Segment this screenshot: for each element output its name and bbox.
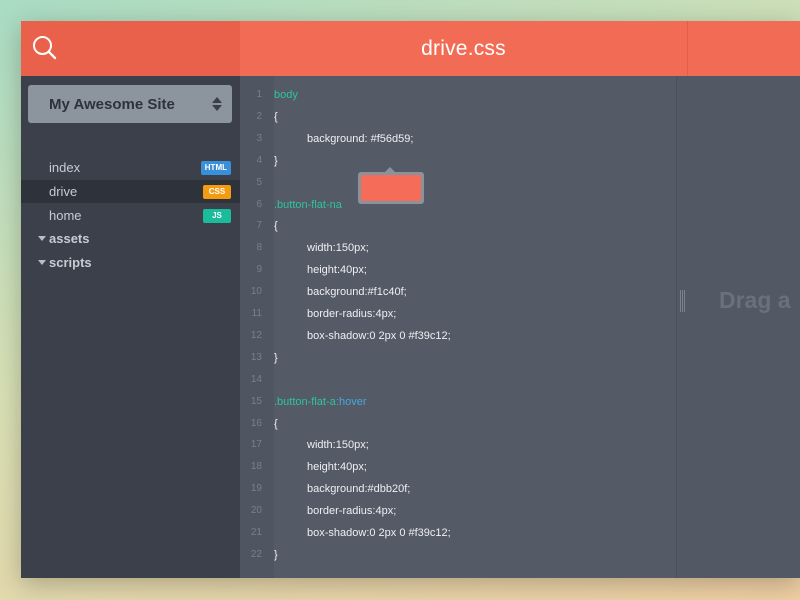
line-number: 9 xyxy=(256,264,262,276)
folder-assets[interactable]: assets xyxy=(21,228,240,250)
site-select-label: My Awesome Site xyxy=(49,96,175,113)
drag-handle-icon[interactable] xyxy=(680,290,686,312)
css-selector: .button-flat-na xyxy=(274,198,342,211)
line-number: 16 xyxy=(250,417,262,429)
code-line[interactable]: 2{ xyxy=(240,106,676,128)
code-text: } xyxy=(274,351,278,364)
file-item-drive[interactable]: drive CSS xyxy=(21,180,240,203)
file-item-home[interactable]: home JS xyxy=(21,204,240,227)
code-line[interactable]: 1 body xyxy=(240,84,676,106)
file-item-label: index xyxy=(49,160,81,175)
line-number: 17 xyxy=(250,439,262,451)
line-number: 15 xyxy=(250,395,262,407)
sidebar: My Awesome Site index HTML drive CSS hom… xyxy=(21,76,240,578)
file-item-label: home xyxy=(49,208,82,223)
css-pseudo-class: :hover xyxy=(336,395,367,408)
code-line[interactable]: 17 width:150px; xyxy=(240,434,676,456)
code-text: { xyxy=(274,417,278,430)
line-number: 20 xyxy=(250,505,262,517)
line-number: 21 xyxy=(250,527,262,538)
line-number: 8 xyxy=(256,242,262,254)
caret-down-icon xyxy=(38,236,46,241)
folder-scripts[interactable]: scripts xyxy=(21,252,240,274)
code-text: } xyxy=(274,548,278,561)
app-window: drive.css My Awesome Site index HTML dri… xyxy=(21,21,800,578)
drag-hint-text: Drag a xyxy=(719,287,791,313)
css-selector: body xyxy=(274,89,298,101)
code-line[interactable]: 12 box-shadow:0 2px 0 #f39c12; xyxy=(240,325,676,347)
code-text: } xyxy=(274,154,278,167)
code-text: border-radius:4px; xyxy=(307,505,397,518)
folder-label: assets xyxy=(49,231,90,246)
code-text: height:40px; xyxy=(307,264,367,277)
search-icon xyxy=(33,36,57,60)
code-text: width:150px; xyxy=(307,242,369,255)
line-number: 6 xyxy=(256,198,262,210)
line-number: 14 xyxy=(250,373,262,385)
code-text: { xyxy=(274,110,278,123)
code-line[interactable]: 19 background:#dbb20f; xyxy=(240,478,676,500)
js-badge: JS xyxy=(203,209,231,223)
line-number: 2 xyxy=(256,110,262,122)
code-line[interactable]: 11 border-radius:4px; xyxy=(240,303,676,325)
line-number: 11 xyxy=(251,308,262,319)
color-swatch xyxy=(361,175,421,201)
line-number: 7 xyxy=(256,220,262,232)
code-editor[interactable]: 1 body 2{3 background: #f56d59; 4} 5 6 .button-… xyxy=(240,76,676,578)
code-text: width:150px; xyxy=(307,439,369,452)
code-text: box-shadow:0 2px 0 #f39c12; xyxy=(307,527,451,539)
code-text: background:#dbb20f; xyxy=(307,483,411,496)
file-title: drive.css xyxy=(421,36,506,60)
code-line[interactable]: 15 .button-flat-a:hover xyxy=(240,391,676,413)
line-number: 4 xyxy=(256,154,262,166)
code-text: { xyxy=(274,220,278,233)
code-line[interactable]: 6 .button-flat-na xyxy=(240,194,676,216)
search-button[interactable] xyxy=(31,34,59,62)
editor-header: drive.css xyxy=(240,21,687,76)
line-number: 18 xyxy=(250,461,262,473)
preview-header xyxy=(687,21,800,76)
code-line[interactable]: 16 { xyxy=(240,413,676,435)
code-line[interactable]: 4} xyxy=(240,150,676,172)
code-text: background:#f1c40f; xyxy=(307,286,407,299)
css-badge: CSS xyxy=(203,185,231,199)
file-item-label: drive xyxy=(49,184,78,199)
line-number: 3 xyxy=(256,132,262,144)
popover-pointer xyxy=(385,167,395,172)
css-selector: .button-flat-a xyxy=(274,395,336,408)
sort-arrows-icon xyxy=(212,97,222,111)
html-badge: HTML xyxy=(200,161,231,175)
line-number: 1 xyxy=(256,89,262,100)
code-line[interactable]: 14 xyxy=(240,369,676,391)
line-number: 5 xyxy=(256,176,262,188)
folder-label: scripts xyxy=(49,255,92,270)
file-item-index[interactable]: index HTML xyxy=(21,156,240,179)
code-line[interactable]: 9 height:40px; xyxy=(240,259,676,281)
code-line[interactable]: 10 background:#f1c40f; xyxy=(240,281,676,303)
site-select[interactable]: My Awesome Site xyxy=(28,85,232,123)
line-number: 22 xyxy=(250,548,262,560)
color-preview-popover[interactable] xyxy=(358,167,424,204)
caret-down-icon xyxy=(38,260,46,265)
code-text: background: #f56d59; xyxy=(307,132,414,145)
code-line[interactable]: 3 background: #f56d59; xyxy=(240,128,676,150)
code-line[interactable]: 21 box-shadow:0 2px 0 #f39c12; xyxy=(240,522,676,544)
code-line[interactable]: 18 height:40px; xyxy=(240,456,676,478)
code-text: box-shadow:0 2px 0 #f39c12; xyxy=(307,329,451,342)
code-text: height:40px; xyxy=(307,461,367,474)
code-line[interactable]: 20 border-radius:4px; xyxy=(240,500,676,522)
code-line[interactable]: 5 xyxy=(240,172,676,194)
preview-pane: Drag a xyxy=(676,76,800,578)
line-number: 10 xyxy=(250,286,262,298)
line-number: 12 xyxy=(250,329,262,341)
line-number: 13 xyxy=(250,351,262,363)
code-line[interactable]: 22} xyxy=(240,544,676,566)
sidebar-header xyxy=(21,21,240,76)
code-text: border-radius:4px; xyxy=(307,308,397,320)
code-line[interactable]: 7{ xyxy=(240,215,676,237)
code-line[interactable]: 13} xyxy=(240,347,676,369)
line-number: 19 xyxy=(250,483,262,495)
code-line[interactable]: 8 width:150px; xyxy=(240,237,676,259)
